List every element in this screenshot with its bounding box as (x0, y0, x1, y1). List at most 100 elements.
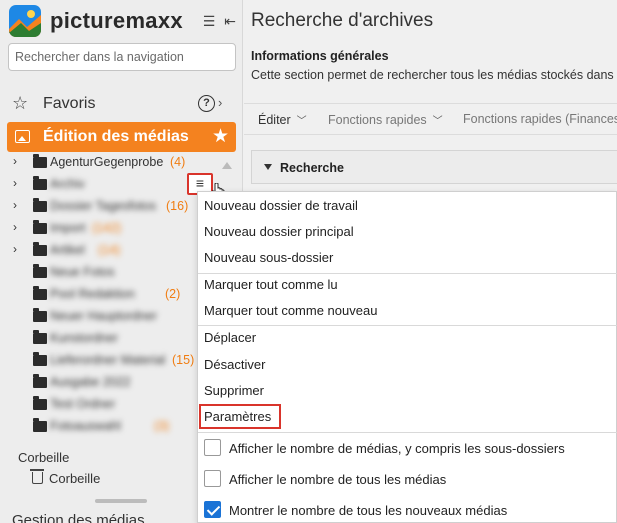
checkbox-unchecked[interactable] (204, 470, 221, 487)
page-title: Recherche d'archives (251, 10, 434, 31)
folder-count: (14) (98, 243, 121, 257)
folder-icon (33, 220, 47, 234)
folder-count: (4) (170, 155, 186, 169)
folder-name: AgenturGegenprobe (50, 155, 164, 169)
favorites-row[interactable]: ☆ Favoris ? › (12, 93, 234, 115)
tree-row[interactable]: Test Ordner (0, 394, 220, 416)
list-view-icon[interactable]: ☰ (201, 13, 217, 29)
folder-name: Neuer Hauptordner (50, 309, 158, 323)
checkbox-count-new-media[interactable]: Montrer le nombre de tous les nouveaux m… (198, 496, 617, 523)
folder-name: Pool Redaktion (50, 287, 135, 301)
folder-name: Ausgabe 2022 (50, 375, 131, 389)
expand-arrow-icon[interactable]: › (13, 154, 17, 168)
trash-item-label: Corbeille (49, 471, 101, 486)
folder-count: (2) (165, 287, 181, 301)
trash-section-title: Corbeille (18, 450, 70, 465)
folder-icon (33, 352, 47, 366)
favorites-label: Favoris (43, 95, 96, 112)
expand-arrow-icon[interactable]: › (13, 198, 17, 212)
folder-icon (33, 374, 47, 388)
checkbox-label: Montrer le nombre de tous les nouveaux m… (229, 503, 508, 518)
search-section-label: Recherche (280, 161, 344, 175)
folder-icon (33, 242, 47, 256)
edit-menu-button[interactable]: Éditer ﹀ (258, 112, 307, 127)
menu-item-deactivate[interactable]: Désactiver (198, 352, 617, 378)
folder-name: Neue Fotos (50, 265, 115, 279)
tree-row[interactable]: Lieferordner Material (15) (0, 350, 220, 372)
quick-functions-finance-button[interactable]: Fonctions rapides (Finances (463, 112, 617, 126)
menu-item-new-subfolder[interactable]: Nouveau sous-dossier (198, 245, 617, 271)
menu-item-mark-all-new[interactable]: Marquer tout comme nouveau (198, 298, 617, 324)
folder-name: Dossier Tagesfotos (50, 199, 157, 213)
image-icon (15, 130, 30, 143)
menu-item-delete[interactable]: Supprimer (198, 378, 617, 404)
checkbox-checked[interactable] (204, 501, 221, 518)
tree-row[interactable]: › Dossier Tagesfotos (16) (0, 196, 220, 218)
menu-item-settings-label: Paramètres (199, 404, 282, 429)
media-management-label: Gestion des médias (12, 512, 145, 523)
folder-count: (15) (172, 353, 195, 367)
quick-functions-button[interactable]: Fonctions rapides ﹀ (328, 112, 443, 127)
tree-row[interactable]: Pool Redaktion (2) (0, 284, 220, 306)
checkbox-count-all-media[interactable]: Afficher le nombre de tous les médias (198, 465, 617, 495)
tree-row[interactable]: › Import (142) (0, 218, 220, 240)
trash-icon (30, 469, 44, 484)
folder-name: Fotoauswahl (50, 419, 121, 433)
menu-item-new-work-folder[interactable]: Nouveau dossier de travail (198, 193, 617, 219)
folder-name: Artikel (50, 243, 85, 257)
tree-row[interactable]: Ausgabe 2022 (0, 372, 220, 394)
sidebar-resize-handle[interactable] (95, 499, 147, 503)
edit-menu-label: Éditer (258, 113, 291, 127)
general-info-title: Informations générales (251, 49, 389, 63)
scroll-up-arrow-icon[interactable] (222, 162, 232, 169)
folder-name: Test Ordner (50, 397, 116, 411)
folder-icon (33, 198, 47, 212)
menu-item-mark-all-read[interactable]: Marquer tout comme lu (198, 272, 617, 298)
menu-separator (198, 432, 617, 433)
trash-item[interactable]: Corbeille (30, 469, 101, 486)
folder-icon (33, 286, 47, 300)
search-section-header[interactable]: Recherche (251, 150, 617, 184)
folder-count: (3) (154, 419, 170, 433)
folder-name: Lieferordner Material (50, 353, 166, 367)
navigation-search-input[interactable] (8, 43, 236, 71)
folder-count: (16) (166, 199, 189, 213)
menu-item-new-main-folder[interactable]: Nouveau dossier principal (198, 219, 617, 245)
tree-row[interactable]: Neuer Hauptordner (0, 306, 220, 328)
folder-icon (33, 418, 47, 432)
folder-icon (33, 396, 47, 410)
tree-row[interactable]: Fotoauswahl (3) (0, 416, 220, 438)
chevron-down-icon: ﹀ (432, 116, 443, 127)
folder-icon (33, 264, 47, 278)
quick-functions-finance-label: Fonctions rapides (Finances (463, 112, 617, 126)
media-management-item[interactable]: Gestion des médias (12, 512, 145, 523)
help-icon[interactable]: ? (198, 95, 215, 112)
picturemaxx-logo-icon (9, 5, 41, 37)
chevron-right-icon[interactable]: › (218, 95, 222, 110)
menu-item-move[interactable]: Déplacer (198, 325, 617, 351)
chevron-down-icon: ﹀ (296, 116, 307, 127)
checkbox-unchecked[interactable] (204, 439, 221, 456)
expand-arrow-icon[interactable]: › (13, 220, 17, 234)
checkbox-label: Afficher le nombre de médias, y compris … (229, 441, 565, 456)
hamburger-menu-icon: ≡ (195, 175, 205, 191)
toolbar: Éditer ﹀ Fonctions rapides ﹀ Fonctions rap… (244, 103, 617, 135)
tree-row[interactable]: Kunstordner (0, 328, 220, 350)
collapse-sidebar-icon[interactable]: ⇤ (222, 13, 238, 29)
quick-functions-label: Fonctions rapides (328, 113, 427, 127)
folder-icon (33, 308, 47, 322)
checkbox-count-including-subfolders[interactable]: Afficher le nombre de médias, y compris … (198, 434, 617, 464)
folder-name: Archiv (50, 177, 85, 191)
media-editing-section[interactable]: Édition des médias ★ (7, 122, 236, 152)
tree-row[interactable]: › AgenturGegenprobe (4) (0, 154, 220, 174)
folder-icon (33, 176, 47, 190)
menu-item-settings[interactable]: Paramètres (198, 404, 617, 430)
tree-row[interactable]: Neue Fotos (0, 262, 220, 284)
folder-icon (33, 154, 47, 168)
expand-arrow-icon[interactable]: › (13, 176, 17, 190)
tree-row[interactable]: › Artikel (14) (0, 240, 220, 262)
folder-context-menu: Nouveau dossier de travail Nouveau dossi… (197, 191, 617, 523)
star-filled-icon[interactable]: ★ (212, 125, 229, 148)
expand-arrow-icon[interactable]: › (13, 242, 17, 256)
folder-name: Kunstordner (50, 331, 119, 345)
